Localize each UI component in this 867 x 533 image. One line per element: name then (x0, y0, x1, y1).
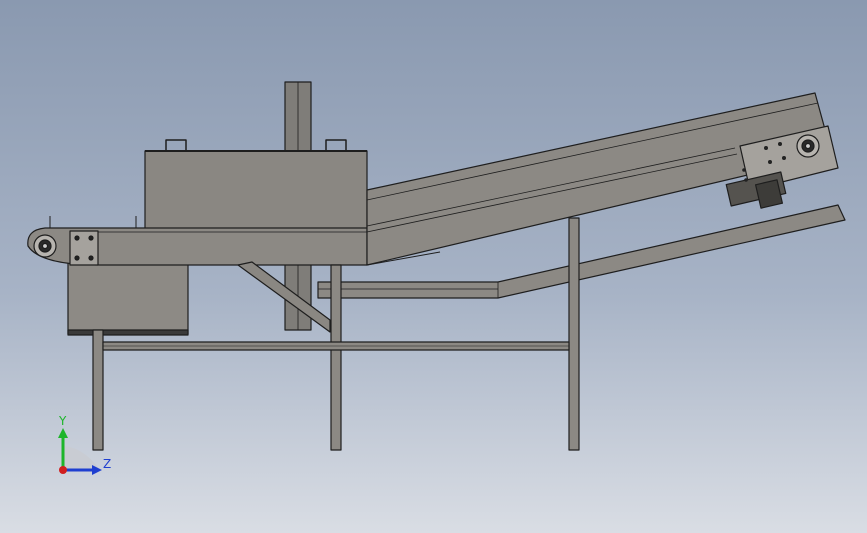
left-bearing-plate (69, 230, 99, 266)
x-axis-origin (59, 466, 67, 474)
lower-bin (67, 261, 189, 335)
lifting-lug-right (325, 139, 347, 151)
leg-middle (330, 264, 342, 451)
cad-viewport[interactable]: Y Z (0, 0, 867, 533)
hopper-box (144, 150, 368, 232)
leg-right (568, 217, 580, 451)
z-axis-label: Z (103, 457, 112, 471)
diagonal-brace (237, 261, 331, 333)
conveyor-assembly-model[interactable] (0, 0, 867, 533)
y-axis-label: Y (59, 414, 67, 428)
lifting-lug-left (165, 139, 187, 151)
